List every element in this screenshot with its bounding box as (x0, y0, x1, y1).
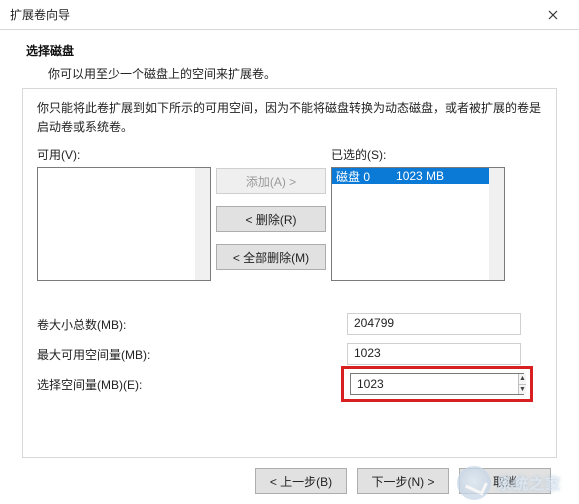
next-button[interactable]: 下一步(N) > (357, 468, 449, 494)
selected-column: 已选的(S): 磁盘 0 1023 MB (331, 146, 505, 281)
content-panel: 你只能将此卷扩展到如下所示的可用空间，因为不能将磁盘转换为动态磁盘，或者被扩展的… (22, 88, 557, 458)
select-size-spinner[interactable]: ▲ ▼ (350, 373, 524, 395)
wizard-header: 选择磁盘 你可以用至少一个磁盘上的空间来扩展卷。 (0, 30, 579, 92)
available-label: 可用(V): (37, 146, 211, 163)
add-button[interactable]: 添加(A) > (216, 168, 326, 194)
select-size-row: 选择空间量(MB)(E): ▲ ▼ (37, 369, 542, 399)
header-title: 选择磁盘 (26, 42, 569, 59)
highlight-box: ▲ ▼ (341, 366, 533, 402)
available-listbox[interactable] (37, 167, 211, 281)
scrollbar[interactable] (489, 168, 504, 280)
select-size-label: 选择空间量(MB)(E): (37, 376, 347, 393)
spinner-up-button[interactable]: ▲ (519, 374, 526, 384)
intro-text: 你只能将此卷扩展到如下所示的可用空间，因为不能将磁盘转换为动态磁盘，或者被扩展的… (23, 89, 556, 140)
max-size-row: 最大可用空间量(MB): 1023 (37, 339, 542, 369)
scrollbar[interactable] (195, 168, 210, 280)
disk-size: 1023 MB (396, 169, 444, 183)
wizard-footer: < 上一步(B) 下一步(N) > 取消 (0, 458, 579, 504)
disk-name: 磁盘 0 (336, 168, 370, 185)
transfer-buttons: 添加(A) > < 删除(R) < 全部删除(M) (211, 146, 331, 270)
available-column: 可用(V): (37, 146, 211, 281)
header-description: 你可以用至少一个磁盘上的空间来扩展卷。 (26, 65, 569, 82)
close-button[interactable] (533, 1, 573, 29)
back-button[interactable]: < 上一步(B) (255, 468, 347, 494)
cancel-button[interactable]: 取消 (459, 468, 551, 494)
max-available-label: 最大可用空间量(MB): (37, 346, 347, 363)
total-size-label: 卷大小总数(MB): (37, 316, 347, 333)
window-title: 扩展卷向导 (10, 6, 70, 23)
max-available-value: 1023 (347, 343, 521, 365)
disk-columns: 可用(V): 添加(A) > < 删除(R) < 全部删除(M) 已选的(S):… (23, 140, 556, 281)
selected-listbox[interactable]: 磁盘 0 1023 MB (331, 167, 505, 281)
select-size-input[interactable] (351, 374, 518, 394)
total-size-value: 204799 (347, 313, 521, 335)
title-bar: 扩展卷向导 (0, 0, 579, 30)
list-item[interactable]: 磁盘 0 1023 MB (332, 168, 504, 184)
remove-button[interactable]: < 删除(R) (216, 206, 326, 232)
spinner-down-button[interactable]: ▼ (519, 384, 526, 395)
spinner-buttons: ▲ ▼ (518, 374, 526, 394)
size-rows: 卷大小总数(MB): 204799 最大可用空间量(MB): 1023 选择空间… (23, 281, 556, 399)
selected-label: 已选的(S): (331, 146, 505, 163)
remove-all-button[interactable]: < 全部删除(M) (216, 244, 326, 270)
total-size-row: 卷大小总数(MB): 204799 (37, 309, 542, 339)
close-icon (548, 10, 558, 20)
